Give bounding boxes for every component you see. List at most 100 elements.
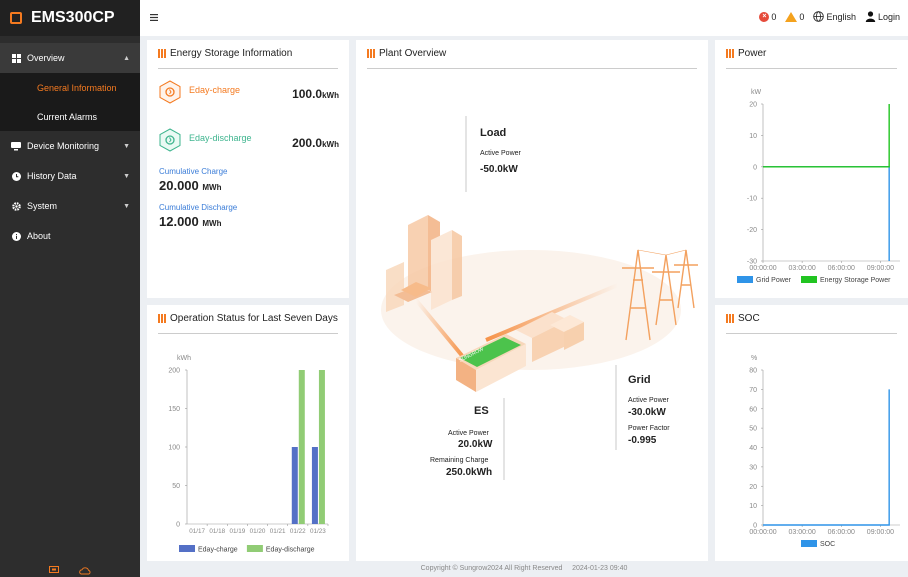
y-tick-label: 40: [749, 445, 757, 452]
eday-discharge-value: 200.0kWh: [292, 136, 339, 150]
x-tick-label: 06:00:00: [828, 529, 855, 536]
divider: [158, 68, 338, 69]
grid-active-power-label: Active Power: [628, 397, 669, 404]
logo-icon: [10, 12, 22, 24]
series-line-soc: [763, 389, 890, 526]
eday-charge-row: Eday-charge: [159, 80, 240, 104]
cumulative-discharge-label: Cumulative Discharge: [159, 203, 238, 212]
sidebar-item-label: Device Monitoring: [27, 141, 100, 151]
legend-swatch: [246, 545, 263, 552]
app-title: EMS300CP: [31, 9, 115, 26]
eday-discharge-row: Eday-discharge: [159, 128, 252, 152]
y-tick-label: 150: [168, 406, 180, 413]
value-unit: kWh: [322, 140, 339, 149]
language-label: English: [826, 11, 856, 22]
grid-icon: [10, 53, 22, 63]
cloud-icon[interactable]: [79, 566, 91, 575]
bar-eday-charge-01-23: [311, 447, 318, 524]
x-tick-label: 00:00:00: [749, 529, 776, 536]
info-icon: [10, 231, 22, 241]
seven-day-bar-chart: kWh 0 50 100 150 200 01/17 01/18 01/19 01/20 01/21…: [168, 355, 329, 554]
sidebar-item-system[interactable]: System ▼: [0, 191, 140, 221]
title-bars-icon: [158, 49, 166, 58]
x-tick-label: 09:00:00: [867, 529, 894, 536]
y-tick-label: 70: [749, 387, 757, 394]
top-bar: × 0 0 English Login: [140, 0, 908, 36]
load-active-power-label: Active Power: [480, 150, 521, 157]
sidebar-item-overview[interactable]: Overview ▲: [0, 43, 140, 73]
error-alarm-indicator[interactable]: × 0: [759, 11, 776, 22]
login-label: Login: [877, 11, 900, 22]
sidebar-footer: [0, 563, 140, 577]
chevron-up-icon: ▲: [123, 54, 130, 62]
x-tick-label: 01/22: [290, 528, 306, 535]
load-heading: Load: [480, 127, 507, 139]
chevron-down-icon: ▼: [123, 142, 130, 150]
power-card: Power kW 20 10 0 -10 -20 -30 00:00:00 03:00:00 06…: [715, 40, 908, 298]
grid-heading: Grid: [628, 374, 651, 386]
login-button[interactable]: Login: [865, 11, 900, 22]
y-tick-label: 10: [749, 503, 757, 510]
footer-datetime: 2024-01-23 09:40: [572, 565, 628, 572]
app-logo[interactable]: EMS300CP: [0, 0, 140, 36]
y-tick-label: 50: [172, 483, 180, 490]
soc-line-chart: %8070605040302010000:00:00 03:00:00 06:00:…: [749, 355, 900, 548]
sidebar-item-about[interactable]: About: [0, 221, 140, 251]
user-icon: [865, 11, 876, 22]
chevron-down-icon: ▼: [123, 202, 130, 210]
y-tick-label: 50: [749, 426, 757, 433]
y-axis-unit-label: kWh: [177, 355, 191, 362]
top-right-actions: × 0 0 English Login: [759, 11, 900, 22]
screen-icon[interactable]: [49, 565, 59, 575]
cumulative-charge-label: Cumulative Charge: [159, 167, 228, 176]
y-tick-label: 20: [749, 102, 757, 109]
bar-eday-discharge-01-22: [298, 370, 305, 524]
legend-swatch: [801, 540, 817, 547]
sidebar-item-general-information[interactable]: General Information: [0, 73, 140, 102]
legend-label: Energy Storage Power: [820, 277, 891, 284]
sidebar-item-current-alarms[interactable]: Current Alarms: [0, 102, 140, 131]
value-number: 20.000: [159, 178, 199, 193]
clock-icon: [10, 171, 22, 181]
energy-storage-title: Energy Storage Information: [170, 48, 293, 59]
y-tick-label: 100: [168, 445, 180, 452]
y-tick-label: 30: [749, 464, 757, 471]
gear-icon: [10, 201, 22, 211]
y-tick-label: 0: [176, 522, 180, 529]
y-tick-label: 60: [749, 406, 757, 413]
y-tick-label: -20: [747, 227, 757, 234]
eday-charge-value: 100.0kWh: [292, 87, 339, 101]
warning-alarm-indicator[interactable]: 0: [785, 11, 804, 22]
es-heading: ES: [474, 405, 489, 417]
x-tick-label: 01/19: [229, 528, 245, 535]
sidebar-item-device-monitoring[interactable]: Device Monitoring ▼: [0, 131, 140, 161]
plant-illustration: SUNGROW: [381, 116, 698, 480]
card-title: Energy Storage Information: [158, 48, 292, 59]
sidebar: EMS300CP Overview ▲ General Information …: [0, 0, 140, 577]
chevron-down-icon: ▼: [123, 172, 130, 180]
hamburger-menu-icon[interactable]: [150, 12, 158, 24]
error-icon: ×: [759, 11, 770, 22]
sidebar-item-history-data[interactable]: History Data ▼: [0, 161, 140, 191]
load-active-power-value: -50.0kW: [480, 164, 518, 175]
es-remaining-charge-label: Remaining Charge: [430, 457, 489, 464]
es-active-power-value: 20.0kW: [458, 439, 493, 450]
value-number: 12.000: [159, 214, 199, 229]
bar-eday-charge-01-22: [291, 447, 298, 524]
power-line-chart: kW20100-10-20-3000:00:00 03:00:00 06:00:00…: [737, 89, 900, 284]
discharge-hex-icon: [159, 128, 181, 152]
x-tick-label: 01/17: [189, 528, 205, 535]
page-footer: Copyright © Sungrow2024 All Right Reserv…: [140, 565, 908, 577]
value-number: 100.0: [292, 87, 323, 101]
language-selector[interactable]: English: [813, 11, 856, 22]
grid-power-factor-label: Power Factor: [628, 425, 670, 432]
grid-power-factor-value: -0.995: [628, 435, 657, 446]
x-tick-label: 00:00:00: [749, 265, 776, 272]
legend-swatch: [737, 276, 753, 283]
globe-icon: [813, 11, 825, 22]
legend-label: Eday-discharge: [266, 547, 315, 554]
x-tick-label: 01/23: [310, 528, 326, 535]
y-axis-unit-label: %: [751, 355, 757, 362]
y-tick-label: -10: [747, 196, 757, 203]
legend-swatch: [801, 276, 817, 283]
